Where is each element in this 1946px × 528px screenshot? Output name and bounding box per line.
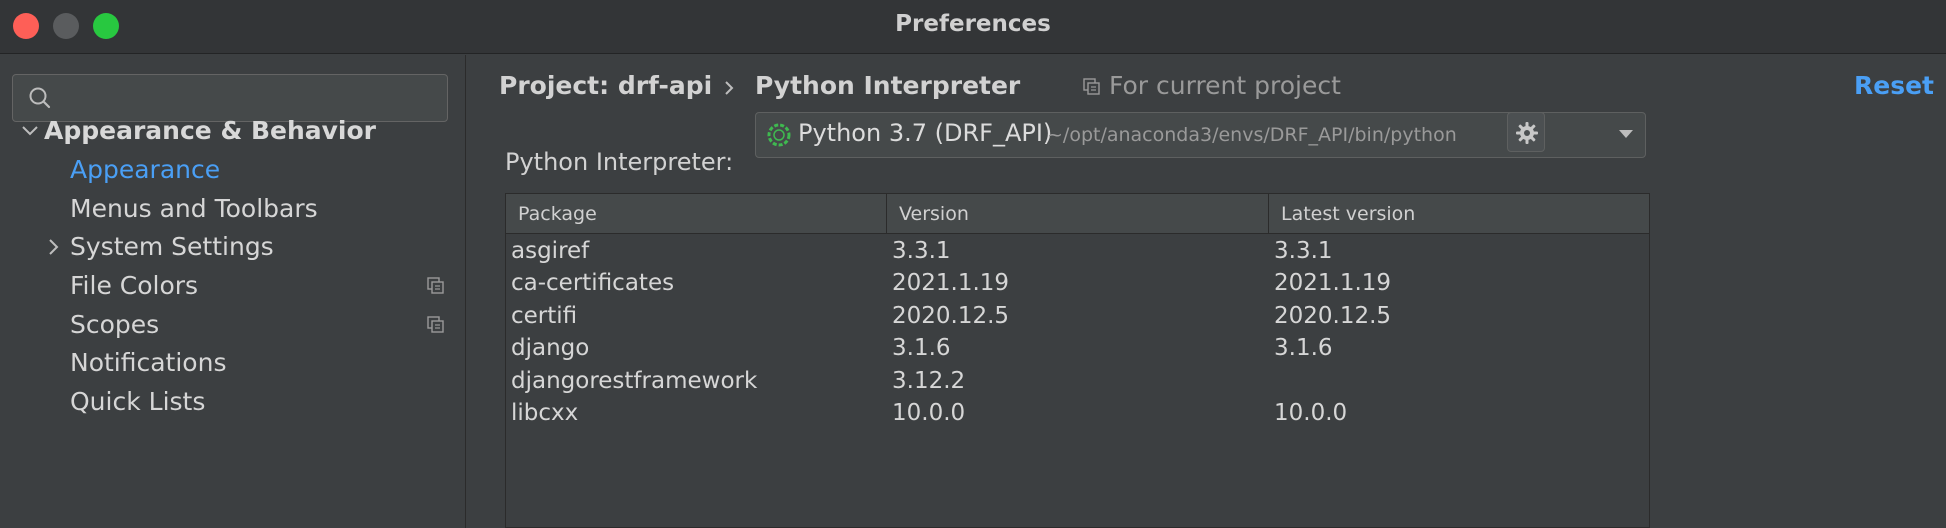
chevron-down-icon[interactable] [18,111,42,151]
interpreter-label: Python Interpreter: [505,148,734,176]
package-version: 3.3.1 [892,238,951,264]
project-scope-icon [1083,78,1100,95]
packages-table[interactable]: Package Version Latest version asgiref 3… [505,193,1650,528]
breadcrumb-project: Project: drf-api [499,71,713,100]
page-title: Python Interpreter [755,71,1021,100]
sidebar-item-label: System Settings [70,232,274,261]
dropdown-arrow-icon [1619,130,1633,138]
search-icon [29,87,51,109]
scope-label: For current project [1109,71,1341,100]
sidebar-item-label: File Colors [70,271,199,300]
settings-search-input[interactable] [61,81,441,115]
package-name: certifi [511,303,578,329]
package-name: django [511,335,590,361]
sidebar-item-label: Menus and Toolbars [70,194,318,223]
sidebar-item-system-settings[interactable]: System Settings [0,227,465,267]
package-latest-version: 3.3.1 [1274,238,1333,264]
package-latest-version: 3.1.6 [1274,335,1333,361]
sidebar-item-appearance-behavior[interactable]: Appearance & Behavior [0,111,465,151]
table-row[interactable]: libcxx 10.0.0 10.0.0 [506,397,1649,430]
package-latest-version: 2021.1.19 [1274,270,1392,296]
table-row[interactable]: djangorestframework 3.12.2 [506,365,1649,398]
window-title: Preferences [895,11,1051,37]
column-header-latest-version[interactable]: Latest version [1269,194,1649,234]
package-name: libcxx [511,400,579,426]
interpreter-path: ~/opt/anaconda3/envs/DRF_API/bin/python [1047,124,1457,146]
package-version: 2020.12.5 [892,303,1010,329]
sidebar-item-label: Scopes [70,310,160,339]
gear-icon [1516,122,1538,144]
reset-link[interactable]: Reset [1854,71,1934,100]
chevron-right-icon [725,81,734,95]
sidebar-item-quick-lists[interactable]: Quick Lists [0,382,465,422]
table-row[interactable]: ca-certificates 2021.1.19 2021.1.19 [506,267,1649,300]
settings-sidebar: Appearance & Behavior Appearance Menus a… [0,55,466,528]
sidebar-item-label: Appearance & Behavior [44,116,376,145]
interpreter-name: Python 3.7 (DRF_API) [798,119,1053,147]
sidebar-item-file-colors[interactable]: File Colors [0,266,465,306]
sidebar-item-notifications[interactable]: Notifications [0,343,465,383]
column-header-version[interactable]: Version [887,194,1269,234]
table-row[interactable]: django 3.1.6 3.1.6 [506,332,1649,365]
package-name: djangorestframework [511,368,758,394]
sidebar-item-label: Notifications [70,348,227,377]
project-scope-icon [427,277,444,294]
title-bar: Preferences [0,0,1946,54]
table-row[interactable]: certifi 2020.12.5 2020.12.5 [506,300,1649,333]
project-scope-icon [427,316,444,333]
interpreter-settings-button[interactable] [1507,112,1545,152]
sidebar-item-appearance[interactable]: Appearance [0,150,465,190]
sidebar-item-scopes[interactable]: Scopes [0,305,465,345]
package-name: ca-certificates [511,270,675,296]
package-version: 3.12.2 [892,368,966,394]
package-version: 10.0.0 [892,400,966,426]
settings-content: Project: drf-api Python Interpreter For … [467,55,1946,528]
package-name: asgiref [511,238,590,264]
package-latest-version: 10.0.0 [1274,400,1348,426]
sidebar-item-label: Appearance [70,155,221,184]
table-header: Package Version Latest version [506,194,1649,234]
package-version: 2021.1.19 [892,270,1010,296]
chevron-right-icon[interactable] [42,227,66,267]
column-header-package[interactable]: Package [506,194,887,234]
package-latest-version: 2020.12.5 [1274,303,1392,329]
package-version: 3.1.6 [892,335,951,361]
table-row[interactable]: asgiref 3.3.1 3.3.1 [506,235,1649,268]
sidebar-item-label: Quick Lists [70,387,206,416]
conda-env-icon [767,123,791,147]
sidebar-item-menus-toolbars[interactable]: Menus and Toolbars [0,189,465,229]
